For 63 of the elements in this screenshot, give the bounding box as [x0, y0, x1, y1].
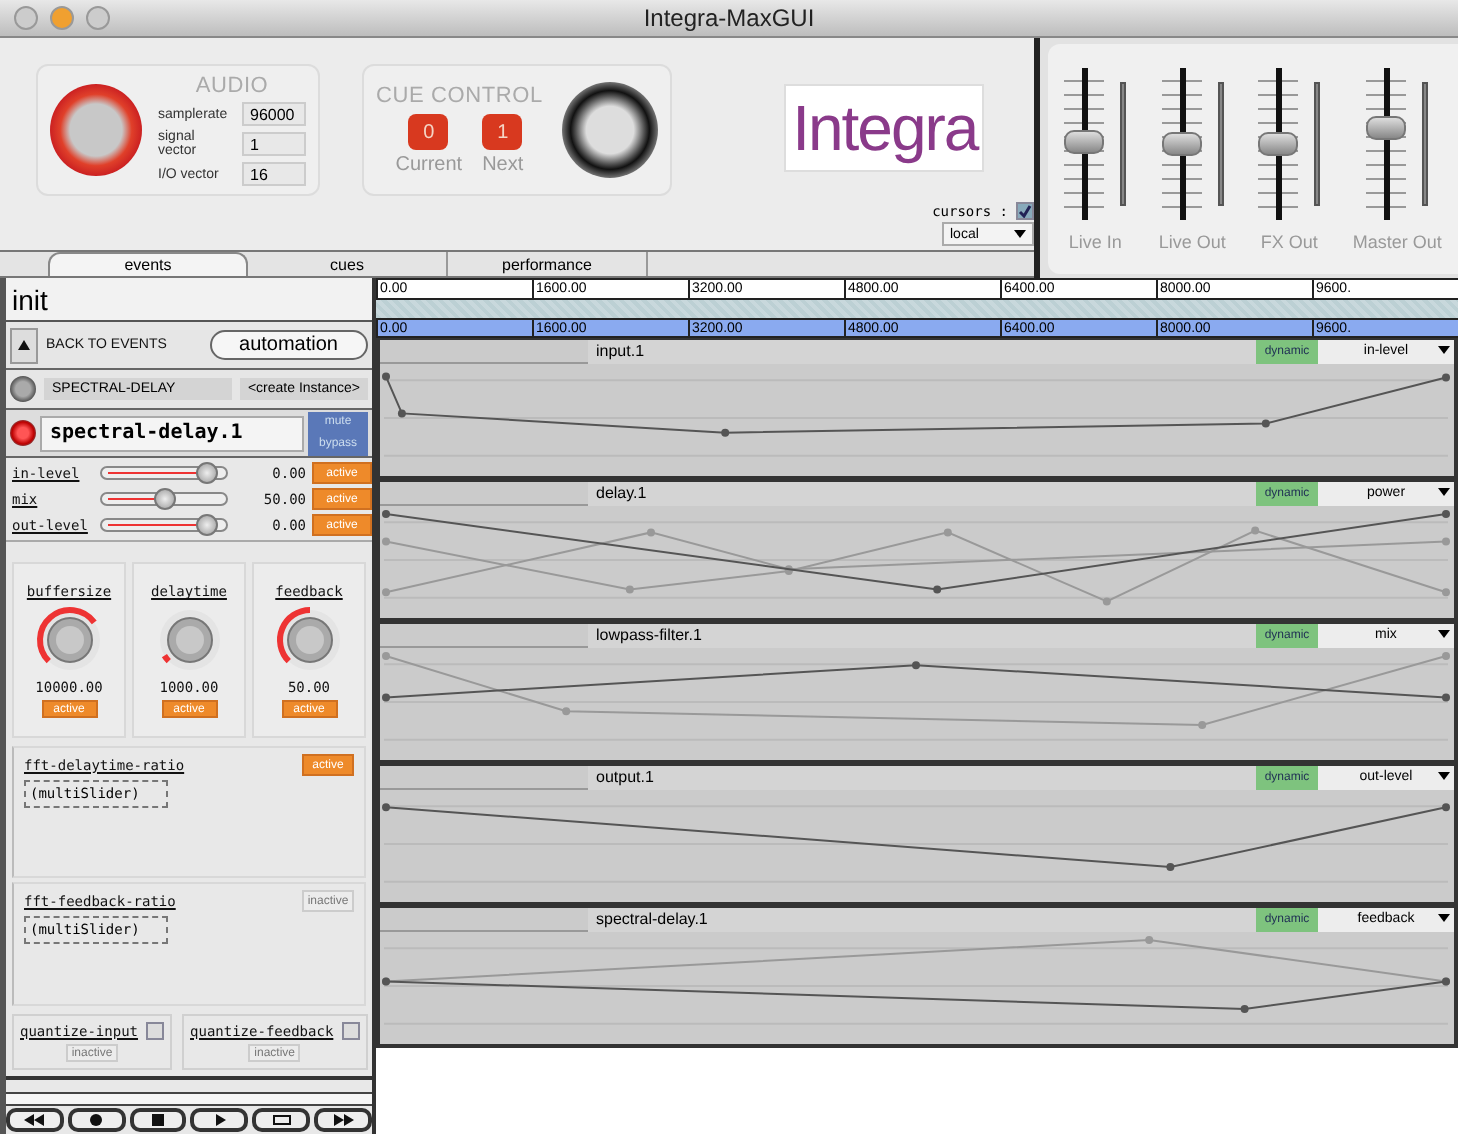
up-triangle-icon	[18, 340, 30, 350]
number-field[interactable]: 16	[242, 162, 306, 186]
channel-label: Live In	[1068, 232, 1122, 252]
number-field[interactable]: 1	[242, 132, 306, 156]
cue-label: Current	[395, 154, 463, 176]
rewind-icon	[22, 1112, 47, 1128]
tab[interactable]: events	[48, 252, 248, 276]
level-meter	[1314, 82, 1321, 206]
cue-number[interactable]: 1	[482, 114, 523, 150]
slider[interactable]	[100, 492, 228, 506]
channel-label: Live Out	[1158, 232, 1226, 252]
module-name: spectral-delay.1	[40, 415, 304, 451]
level-meter	[1217, 82, 1224, 206]
lane-name: lowpass-filter.1	[588, 623, 1256, 647]
lane-name: spectral-delay.1	[588, 907, 1256, 931]
fader-thumb[interactable]	[1064, 129, 1105, 154]
automation-button[interactable]: automation	[209, 330, 368, 360]
cue-number[interactable]: 0	[408, 114, 449, 150]
scene-title: init	[6, 278, 372, 322]
loop-icon	[269, 1112, 294, 1128]
audio-power-button[interactable]	[50, 84, 142, 176]
lane-name: input.1	[588, 339, 1256, 363]
cursors-checkbox[interactable]	[1016, 202, 1034, 220]
tab[interactable]: performance	[448, 252, 648, 276]
panel-title: CUE CONTROL	[376, 84, 543, 108]
slider-thumb[interactable]	[195, 514, 218, 536]
module-power-led[interactable]	[10, 420, 36, 446]
logo: Integra	[784, 84, 985, 172]
slider[interactable]	[100, 466, 228, 480]
lane-name: delay.1	[588, 481, 1256, 505]
zoom-icon[interactable]	[86, 6, 110, 30]
panel-title: AUDIO	[195, 74, 269, 98]
knob[interactable]	[273, 604, 345, 676]
module-led[interactable]	[10, 376, 36, 402]
minimize-icon[interactable]	[50, 6, 74, 30]
fader-thumb[interactable]	[1161, 132, 1202, 156]
back-button[interactable]	[10, 327, 38, 363]
lane-name: output.1	[588, 765, 1256, 789]
knob[interactable]	[33, 604, 105, 676]
number-field[interactable]: 96000	[242, 102, 306, 126]
tab[interactable]: cues	[248, 252, 448, 276]
cue-label: Next	[482, 154, 524, 176]
play-button[interactable]	[190, 1108, 249, 1132]
slider-thumb[interactable]	[195, 462, 218, 484]
fader-thumb[interactable]	[1258, 132, 1299, 156]
rewind-button[interactable]	[6, 1108, 64, 1132]
slider-thumb[interactable]	[154, 488, 176, 510]
toggle-checkbox[interactable]	[341, 1022, 360, 1040]
stop-button[interactable]	[129, 1108, 187, 1132]
record-button[interactable]	[67, 1108, 126, 1132]
fast-forward-icon	[331, 1112, 356, 1128]
channel-label: FX Out	[1260, 232, 1318, 252]
loop-button[interactable]	[252, 1108, 311, 1132]
close-icon[interactable]	[14, 6, 38, 30]
channel-label: Master Out	[1352, 232, 1442, 252]
go-button[interactable]	[562, 82, 659, 178]
window-title: Integra-MaxGUI	[643, 4, 815, 32]
level-meter	[1120, 82, 1127, 206]
fast-forward-button[interactable]	[314, 1108, 372, 1132]
slider[interactable]	[100, 518, 228, 532]
toggle-checkbox[interactable]	[146, 1022, 165, 1040]
fader-thumb[interactable]	[1366, 116, 1407, 141]
level-meter	[1422, 82, 1429, 206]
